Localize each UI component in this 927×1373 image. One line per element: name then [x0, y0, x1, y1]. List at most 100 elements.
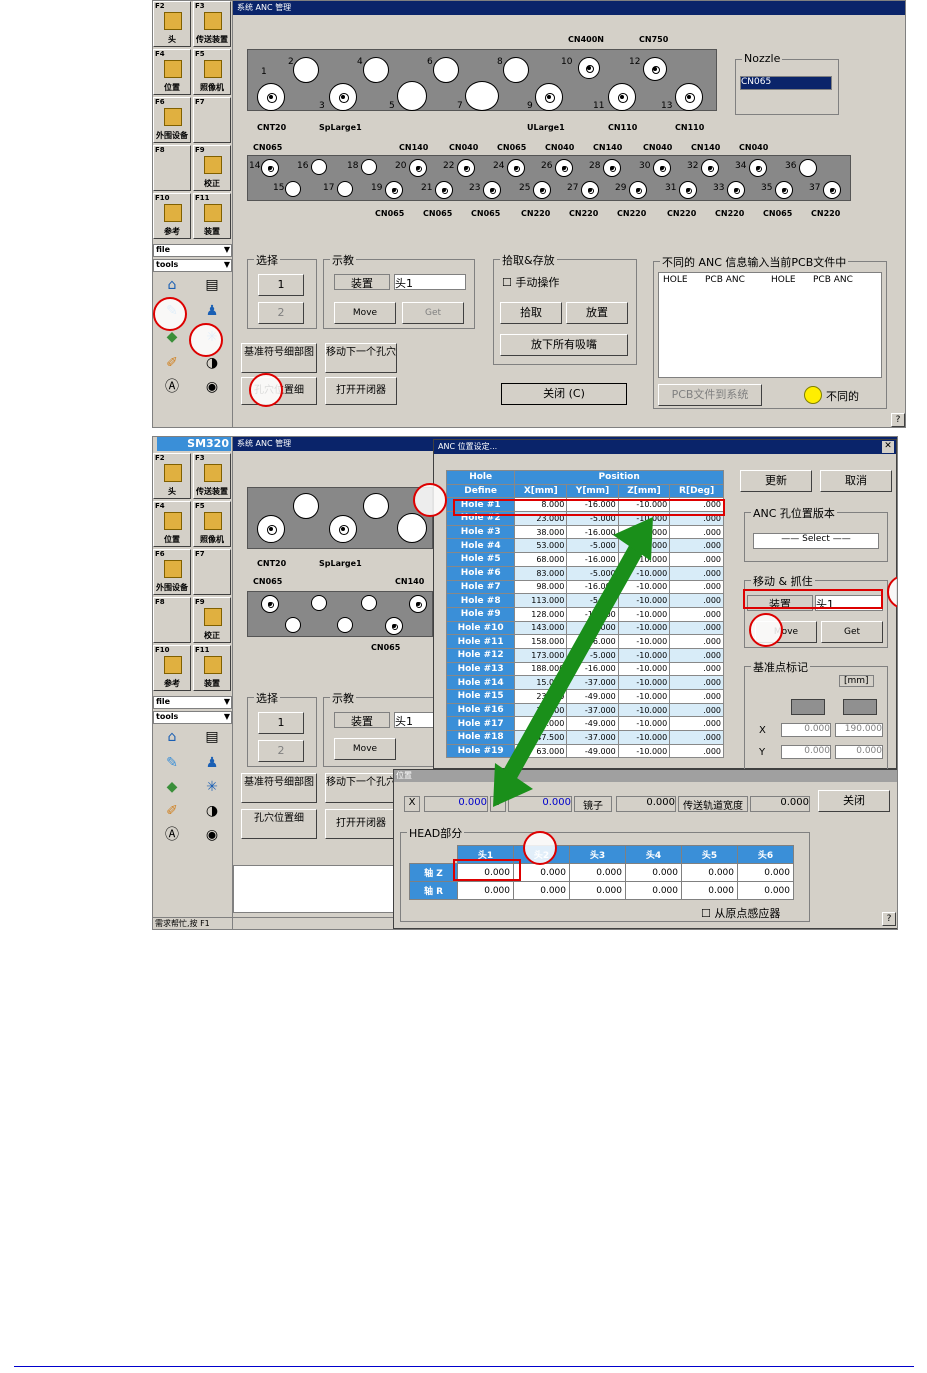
anc-hole[interactable] [409, 159, 427, 177]
anc-hole[interactable] [578, 57, 600, 79]
anc-hole[interactable] [603, 159, 621, 177]
position-cell[interactable]: .000 [669, 524, 724, 540]
fiducial-detail-button[interactable]: 基准符号细部图 [241, 773, 317, 803]
anc-hole[interactable] [311, 159, 327, 175]
anc-hole[interactable] [257, 83, 285, 111]
move-button[interactable]: Move [334, 302, 396, 324]
anc-hole[interactable] [285, 181, 301, 197]
document-icon[interactable]: ▤ [201, 275, 223, 295]
head-select[interactable]: 头1 [394, 712, 434, 728]
select-2-button[interactable]: 2 [258, 740, 304, 762]
file-combo[interactable]: file [153, 696, 232, 709]
anc-hole[interactable] [727, 181, 745, 199]
anc-hole[interactable] [799, 159, 817, 177]
manual-checkbox[interactable]: ☐ 手动操作 [502, 274, 559, 290]
axis-value-cell[interactable]: 0.000 [625, 863, 682, 882]
anc-hole[interactable] [385, 617, 403, 635]
a-icon[interactable]: Ⓐ [161, 377, 183, 397]
head-select[interactable]: 头1 [394, 274, 466, 290]
axis-value-cell[interactable]: 0.000 [737, 863, 794, 882]
update-button[interactable]: 更新 [740, 470, 812, 492]
anc-hole[interactable] [261, 595, 279, 613]
anc-hole[interactable] [293, 493, 319, 519]
anc-hole[interactable] [503, 57, 529, 83]
fkey-f9[interactable]: F9 校正 [193, 597, 231, 643]
anc-hole[interactable] [435, 181, 453, 199]
move-button[interactable]: Move [334, 738, 396, 760]
position-cell[interactable]: .000 [669, 579, 724, 595]
version-select[interactable]: —— Select —— [753, 533, 879, 549]
anc-hole[interactable] [329, 83, 357, 111]
position-cell[interactable]: .000 [669, 702, 724, 718]
anc-hole[interactable] [555, 159, 573, 177]
hole-detail-button[interactable]: 孔穴位置细 [241, 809, 317, 839]
ref-x2[interactable]: 190.000 [835, 723, 883, 737]
anc-hole[interactable] [675, 83, 703, 111]
anc-hole[interactable] [293, 57, 319, 83]
anc-hole[interactable] [261, 159, 279, 177]
position-cell[interactable]: .000 [669, 552, 724, 567]
anc-hole[interactable] [653, 159, 671, 177]
anc-hole[interactable] [409, 595, 427, 613]
nozzle-select[interactable]: CN065 [740, 76, 832, 90]
camera-tool-icon[interactable]: ◉ [201, 377, 223, 397]
fkey-f11[interactable]: F11 装置 [193, 193, 231, 239]
position-cell[interactable]: .000 [669, 716, 724, 732]
anc-hole[interactable] [363, 493, 389, 519]
tools-combo[interactable]: tools [153, 711, 232, 724]
axis-value-cell[interactable]: 0.000 [737, 881, 794, 900]
get-button[interactable]: Get [821, 621, 883, 643]
home-icon[interactable]: ⌂ [161, 727, 183, 747]
close-button[interactable]: 关闭 (C) [501, 383, 627, 405]
fkey-f3[interactable]: F3 传送装置 [193, 453, 231, 499]
anc-hole[interactable] [701, 159, 719, 177]
fkey-f8[interactable]: F8 [153, 145, 191, 191]
operator-icon[interactable]: ♟ [201, 753, 223, 773]
fkey-f3[interactable]: F3 传送装置 [193, 1, 231, 47]
place-button[interactable]: 放置 [566, 302, 628, 324]
pcb-to-system-button[interactable]: PCB文件到系统 [658, 384, 762, 406]
document-icon[interactable]: ▤ [201, 727, 223, 747]
anc-hole[interactable] [361, 595, 377, 611]
fkey-f11[interactable]: F11 装置 [193, 645, 231, 691]
pick-button[interactable]: 拾取 [500, 302, 562, 324]
select-1-button[interactable]: 1 [258, 712, 304, 734]
anc-hole[interactable] [679, 181, 697, 199]
position-cell[interactable]: .000 [669, 661, 724, 677]
position-cell[interactable]: .000 [669, 565, 724, 581]
anc-hole[interactable] [749, 159, 767, 177]
anc-hole[interactable] [329, 515, 357, 543]
pencil-icon[interactable]: ✐ [161, 801, 183, 821]
fkey-f7[interactable]: F7 [193, 549, 231, 595]
fkey-f10[interactable]: F10 参考 [153, 193, 191, 239]
position-cell[interactable]: .000 [669, 606, 724, 622]
anc-hole[interactable] [433, 57, 459, 83]
anc-hole[interactable] [483, 181, 501, 199]
anc-hole[interactable] [337, 617, 353, 633]
open-close-button[interactable]: 打开开闭器 [325, 809, 397, 839]
operator-icon[interactable]: ♟ [201, 301, 223, 321]
position-cell[interactable]: .000 [669, 538, 724, 554]
anc-icon[interactable]: ✳ [201, 777, 223, 797]
a-icon[interactable]: Ⓐ [161, 825, 183, 845]
anc-hole[interactable] [581, 181, 599, 199]
anc-hole[interactable] [361, 159, 377, 175]
fkey-f2[interactable]: F2 头 [153, 1, 191, 47]
anc-hole[interactable] [507, 159, 525, 177]
anc-hole[interactable] [285, 617, 301, 633]
axis-value-cell[interactable]: 0.000 [681, 863, 738, 882]
position-help-button[interactable]: ? [882, 912, 896, 926]
pencil-icon[interactable]: ✐ [161, 353, 183, 373]
anc-hole[interactable] [257, 515, 285, 543]
dialog-close-icon[interactable]: ✕ [882, 441, 894, 453]
axis-value-cell[interactable]: 0.000 [569, 863, 626, 882]
anc-hole[interactable] [385, 181, 403, 199]
anc-hole[interactable] [397, 81, 427, 111]
open-close-button[interactable]: 打开开闭器 [325, 377, 397, 405]
tools-combo[interactable]: tools [153, 259, 232, 272]
ref-y1[interactable]: 0.000 [781, 745, 831, 759]
nozzle-tool-icon[interactable]: ✎ [161, 753, 183, 773]
release-all-button[interactable]: 放下所有吸嘴 [500, 334, 628, 356]
fkey-f6[interactable]: F6 外围设备 [153, 549, 191, 595]
fkey-f9[interactable]: F9 校正 [193, 145, 231, 191]
